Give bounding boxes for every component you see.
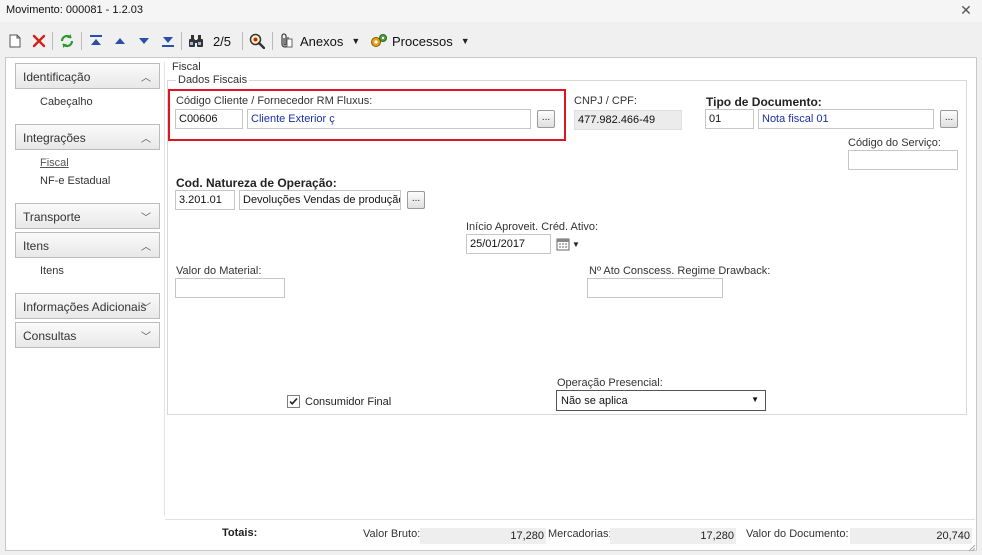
cnpj-field: 477.982.466-49 [574, 110, 682, 130]
valor-material-field[interactable] [175, 278, 285, 298]
sidebar-section-label: Transporte [23, 210, 81, 224]
chevron-down-icon: ▼ [351, 36, 361, 46]
sidebar-section-label: Identificação [23, 70, 91, 84]
totais-label: Totais: [222, 527, 258, 539]
valor-documento-label: Valor do Documento: [746, 528, 849, 540]
natureza-code-field[interactable]: 3.201.01 [175, 190, 235, 210]
toolbar-separator [52, 32, 53, 50]
consumidor-final-label: Consumidor Final [305, 396, 392, 408]
processos-button[interactable]: Processos ▼ [370, 30, 470, 52]
sidebar-item-itens[interactable]: Itens [40, 265, 64, 277]
title-bar: Movimento: 000081 - 1.2.03 ✕ [0, 0, 982, 22]
chevron-down-icon: ▼ [751, 395, 759, 404]
mercadorias-value: 17,280 [610, 528, 736, 544]
sidebar-section-identificacao[interactable]: Identificação ︿ [15, 63, 160, 89]
tipo-documento-label: Tipo de Documento: [706, 95, 822, 109]
valor-material-label: Valor do Material: [176, 265, 262, 277]
gears-icon [371, 34, 387, 47]
natureza-name-field[interactable]: Devoluções Vendas de produção [239, 190, 401, 210]
chevron-down-icon: ▼ [460, 36, 470, 46]
delete-icon[interactable] [30, 30, 48, 52]
toolbar: 2/5 Anexos ▼ Processos ▼ [0, 24, 982, 58]
checkmark-icon [289, 397, 298, 405]
consumidor-final-checkbox[interactable] [287, 395, 300, 408]
inicio-aproveit-date-field[interactable]: 25/01/2017 [466, 234, 551, 254]
anexos-button[interactable]: Anexos ▼ [278, 30, 364, 52]
ato-concessorio-label: Nº Ato Conscess. Regime Drawback: [589, 265, 771, 277]
section-title: Fiscal [172, 61, 201, 73]
chevron-up-icon: ︿ [141, 242, 151, 253]
valor-documento-value: 20,740 [850, 528, 972, 544]
chevron-up-icon: ︿ [141, 134, 151, 145]
sidebar-section-itens[interactable]: Itens ︿ [15, 232, 160, 258]
chevron-down-icon: ﹀ [141, 303, 151, 314]
chevron-up-icon: ︿ [141, 73, 151, 84]
toolbar-separator [242, 32, 243, 50]
operacao-presencial-select[interactable]: Não se aplica ▼ [556, 390, 766, 411]
sidebar-section-consultas[interactable]: Consultas ﹀ [15, 322, 160, 348]
toolbar-separator [272, 32, 273, 50]
close-icon[interactable]: ✕ [956, 0, 976, 20]
refresh-icon[interactable] [57, 30, 77, 52]
panel-divider [164, 62, 165, 516]
binoculars-icon[interactable] [186, 30, 206, 52]
sidebar-section-integracoes[interactable]: Integrações ︿ [15, 124, 160, 150]
sidebar-item-fiscal[interactable]: Fiscal [40, 157, 69, 169]
chevron-down-icon: ﹀ [141, 332, 151, 343]
previous-record-icon[interactable] [111, 30, 129, 52]
codigo-servico-label: Código do Serviço: [848, 137, 941, 149]
paperclip-icon [281, 33, 293, 48]
first-record-icon[interactable] [87, 30, 105, 52]
resize-grip-icon[interactable] [966, 541, 976, 552]
sidebar-section-label: Consultas [23, 329, 77, 343]
chevron-down-icon: ﹀ [141, 213, 151, 224]
cliente-label: Código Cliente / Fornecedor RM Fluxus: [176, 95, 373, 107]
tipo-documento-lookup-button[interactable]: ... [940, 110, 958, 128]
last-record-icon[interactable] [159, 30, 177, 52]
calendar-dropdown[interactable]: ▼ [556, 235, 586, 253]
valor-bruto-value: 17,280 [420, 528, 546, 544]
group-title: Dados Fiscais [176, 74, 250, 86]
mercadorias-label: Mercadorias: [548, 528, 612, 540]
sidebar-item-nfe-estadual[interactable]: NF-e Estadual [40, 175, 110, 187]
valor-bruto-label: Valor Bruto: [363, 528, 421, 540]
processos-label: Processos [392, 33, 453, 49]
toolbar-separator [81, 32, 82, 50]
calendar-icon [556, 238, 570, 251]
cliente-name-field[interactable]: Cliente Exterior ç [247, 109, 531, 129]
ato-concessorio-field[interactable] [587, 278, 723, 298]
sidebar-item-cabecalho[interactable]: Cabeçalho [40, 96, 93, 108]
tipo-documento-name-field[interactable]: Nota fiscal 01 [758, 109, 934, 129]
next-record-icon[interactable] [135, 30, 153, 52]
tipo-documento-code-field[interactable]: 01 [705, 109, 754, 129]
natureza-lookup-button[interactable]: ... [407, 191, 425, 209]
natureza-label: Cod. Natureza de Operação: [176, 176, 337, 190]
record-counter: 2/5 [212, 33, 232, 49]
new-document-icon[interactable] [6, 30, 24, 52]
sidebar-section-label: Integrações [23, 131, 86, 145]
sidebar-section-informacoes-adicionais[interactable]: Informações Adicionais ﹀ [15, 293, 160, 319]
window-title: Movimento: 000081 - 1.2.03 [6, 4, 143, 16]
operacao-presencial-label: Operação Presencial: [557, 377, 663, 389]
operacao-presencial-value: Não se aplica [561, 395, 628, 407]
sidebar-section-label: Itens [23, 239, 50, 253]
codigo-servico-field[interactable] [848, 150, 958, 170]
toolbar-separator [181, 32, 182, 50]
zoom-search-icon[interactable] [247, 30, 267, 52]
sidebar-section-transporte[interactable]: Transporte ﹀ [15, 203, 160, 229]
cliente-code-field[interactable]: C00606 [175, 109, 243, 129]
anexos-label: Anexos [300, 33, 344, 49]
cnpj-label: CNPJ / CPF: [574, 95, 637, 107]
footer-divider [165, 519, 975, 520]
chevron-down-icon: ▼ [572, 239, 580, 249]
inicio-aproveit-label: Início Aproveit. Créd. Ativo: [466, 221, 599, 233]
sidebar-section-label: Informações Adicionais [23, 300, 147, 314]
cliente-lookup-button[interactable]: ... [537, 110, 555, 128]
